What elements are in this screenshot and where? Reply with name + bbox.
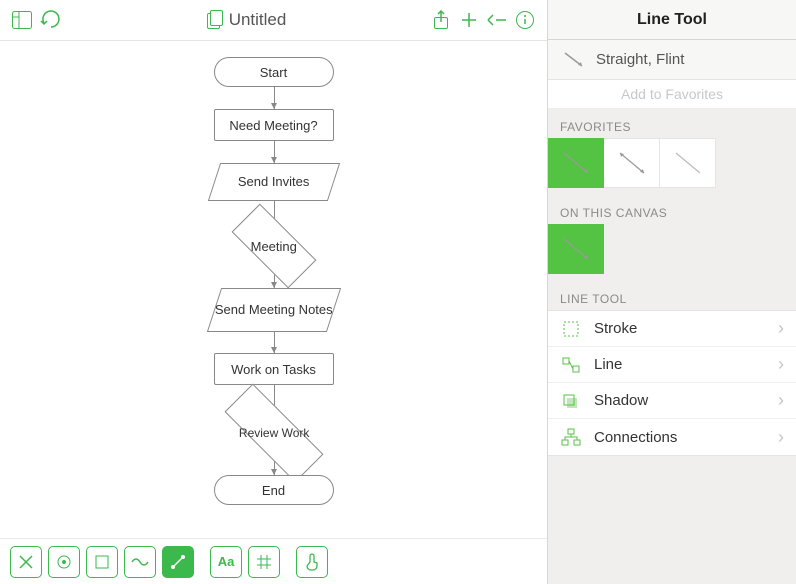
flow-node-start[interactable]: Start (214, 57, 334, 87)
favorite-swatch[interactable] (604, 138, 660, 188)
current-line-style[interactable]: Straight, Flint (548, 40, 796, 80)
line-tool-section-label: LINE TOOL (548, 280, 796, 310)
line-row[interactable]: Line › (548, 347, 796, 383)
flow-arrow (274, 331, 275, 353)
top-toolbar: Untitled (0, 0, 547, 40)
favorite-swatch[interactable] (548, 138, 604, 188)
chevron-right-icon: › (778, 427, 784, 448)
document-title-text: Untitled (229, 10, 287, 30)
share-button[interactable] (427, 6, 455, 34)
selection-tool-button[interactable] (10, 546, 42, 578)
sidebar-toggle-button[interactable] (8, 6, 36, 34)
chevron-right-icon: › (778, 390, 784, 411)
shape-tool-button[interactable] (86, 546, 118, 578)
crop-tool-button[interactable] (248, 546, 280, 578)
flow-node-end[interactable]: End (214, 475, 334, 505)
line-settings-list: Stroke › Line › Shadow › Connections › (548, 310, 796, 456)
stroke-icon (560, 318, 582, 340)
shadow-row[interactable]: Shadow › (548, 383, 796, 419)
flow-arrow (274, 141, 275, 163)
add-button[interactable] (455, 6, 483, 34)
inspector-panel: Line Tool Straight, Flint Add to Favorit… (548, 0, 796, 584)
add-to-favorites-button[interactable]: Add to Favorites (548, 80, 796, 108)
connections-row[interactable]: Connections › (548, 419, 796, 455)
flow-node-send-invites[interactable]: Send Invites (207, 163, 339, 201)
bottom-toolbar: Aa (0, 538, 547, 584)
favorite-swatch[interactable] (660, 138, 716, 188)
favorites-swatches (548, 138, 796, 194)
document-title[interactable]: Untitled (205, 10, 287, 30)
line-tool-button[interactable] (162, 546, 194, 578)
flow-node-need-meeting[interactable]: Need Meeting? (214, 109, 334, 141)
flow-arrow (274, 87, 275, 109)
arrow-icon (562, 50, 586, 70)
line-icon (560, 354, 582, 376)
panel-title: Line Tool (548, 0, 796, 40)
freehand-tool-button[interactable] (124, 546, 156, 578)
shadow-icon (560, 390, 582, 412)
stroke-row[interactable]: Stroke › (548, 311, 796, 347)
chevron-right-icon: › (778, 318, 784, 339)
flow-node-send-notes[interactable]: Send Meeting Notes (206, 288, 340, 332)
canvas-swatches (548, 224, 796, 280)
actions-button[interactable] (483, 6, 511, 34)
chevron-right-icon: › (778, 354, 784, 375)
favorites-label: FAVORITES (548, 108, 796, 138)
info-button[interactable] (511, 6, 539, 34)
touch-tool-button[interactable] (296, 546, 328, 578)
point-tool-button[interactable] (48, 546, 80, 578)
on-canvas-label: ON THIS CANVAS (548, 194, 796, 224)
undo-button[interactable] (36, 6, 64, 34)
connections-icon (560, 426, 582, 448)
text-tool-button[interactable]: Aa (210, 546, 242, 578)
flow-node-work-on-tasks[interactable]: Work on Tasks (214, 353, 334, 385)
canvas[interactable]: Start Need Meeting? Send Invites Meeting… (0, 40, 547, 538)
canvas-swatch[interactable] (548, 224, 604, 274)
